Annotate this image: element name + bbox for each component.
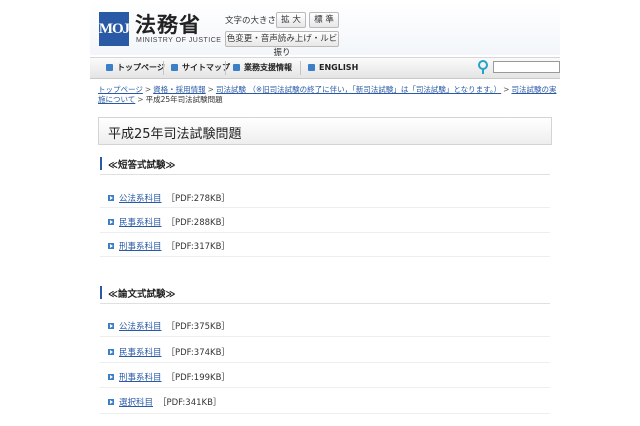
list-item: 選択科目 ［PDF:341KB］: [108, 396, 221, 410]
search-input[interactable]: [493, 61, 560, 73]
divider: [100, 336, 550, 337]
nav-label: サイトマップ: [182, 63, 230, 72]
list-item: 刑事系科目 ［PDF:317KB］: [108, 240, 230, 254]
list-item: 民事系科目 ［PDF:288KB］: [108, 216, 230, 230]
divider: [100, 387, 550, 388]
section-title: ≪論文式試験≫: [108, 289, 176, 300]
nav-item-support[interactable]: 業務支援情報: [233, 58, 292, 78]
divider: [100, 256, 550, 257]
page: MOJ 法務省 MINISTRY OF JUSTICE 文字の大きさ 拡 大 標…: [90, 0, 560, 426]
breadcrumb: トップページ > 資格・採用情報 > 司法試験 （※旧司法試験の終了に伴い，「新司法試験…: [98, 85, 560, 105]
breadcrumb-link-bar-exam[interactable]: 司法試験 （※旧司法試験の終了に伴い，「新司法試験」は「司法試験」となります。）: [216, 85, 501, 94]
home-icon: [106, 64, 113, 71]
moj-logo-mark[interactable]: MOJ: [99, 12, 130, 46]
site-header: MOJ 法務省 MINISTRY OF JUSTICE 文字の大きさ 拡 大 標…: [90, 0, 560, 58]
page-title-box: 平成25年司法試験問題: [98, 117, 552, 145]
divider: [100, 207, 550, 208]
breadcrumb-separator: >: [207, 85, 214, 94]
divider: [100, 232, 550, 233]
pdf-link[interactable]: 刑事系科目: [119, 373, 162, 383]
nav-divider: [300, 61, 301, 75]
arrow-icon: [108, 349, 114, 355]
nav-label: トップページ: [117, 63, 165, 72]
pdf-link[interactable]: 民事系科目: [119, 218, 162, 228]
logo-title[interactable]: 法務省: [135, 9, 201, 39]
file-size: ［PDF:341KB］: [158, 398, 222, 408]
nav-divider: [163, 61, 164, 75]
file-size: ［PDF:374KB］: [166, 348, 230, 358]
file-size: ［PDF:317KB］: [166, 242, 230, 252]
text-size-label: 文字の大きさ: [225, 16, 277, 26]
pdf-link[interactable]: 公法系科目: [119, 194, 162, 204]
file-size: ［PDF:288KB］: [166, 218, 230, 228]
page-title: 平成25年司法試験問題: [108, 127, 242, 142]
arrow-icon: [108, 195, 114, 201]
search-icon[interactable]: [478, 60, 488, 74]
section-title: ≪短答式試験≫: [108, 160, 176, 171]
list-item: 公法系科目 ［PDF:375KB］: [108, 320, 230, 334]
pdf-link[interactable]: 刑事系科目: [119, 242, 162, 252]
arrow-icon: [108, 243, 114, 249]
nav-item-top[interactable]: トップページ: [106, 58, 165, 78]
nav-item-english[interactable]: ENGLISH: [308, 58, 358, 78]
file-size: ［PDF:199KB］: [166, 373, 230, 383]
arrow-icon: [108, 374, 114, 380]
breadcrumb-separator: >: [144, 85, 152, 94]
divider: [100, 174, 550, 175]
nav-label: ENGLISH: [319, 63, 359, 72]
pdf-link[interactable]: 民事系科目: [119, 348, 162, 358]
pdf-link[interactable]: 公法系科目: [119, 322, 162, 332]
breadcrumb-separator: >: [137, 95, 144, 104]
arrow-icon: [108, 323, 114, 329]
nav-label: 業務支援情報: [244, 63, 292, 72]
list-item: 公法系科目 ［PDF:278KB］: [108, 192, 230, 206]
pdf-link[interactable]: 選択科目: [119, 398, 153, 408]
divider: [100, 362, 550, 363]
arrow-icon: [108, 219, 114, 225]
text-size-standard-button[interactable]: 標 準: [309, 12, 339, 28]
list-item: 民事系科目 ［PDF:374KB］: [108, 346, 230, 360]
global-nav: トップページ サイトマップ 業務支援情報 ENGLISH: [90, 57, 560, 79]
file-size: ［PDF:375KB］: [166, 322, 230, 332]
breadcrumb-link-recruit[interactable]: 資格・採用情報: [153, 85, 206, 94]
support-icon: [233, 64, 240, 71]
breadcrumb-link-top[interactable]: トップページ: [98, 85, 143, 94]
globe-icon: [308, 64, 315, 71]
accessibility-button[interactable]: 色変更・音声読み上げ・ルビ振り: [225, 31, 339, 58]
divider: [100, 303, 550, 304]
breadcrumb-separator: >: [503, 85, 510, 94]
list-item: 刑事系科目 ［PDF:199KB］: [108, 371, 230, 385]
arrow-icon: [108, 399, 114, 405]
breadcrumb-current: 平成25年司法試験問題: [145, 95, 223, 104]
sitemap-icon: [171, 64, 178, 71]
nav-divider: [225, 61, 226, 75]
logo-subtitle: MINISTRY OF JUSTICE: [136, 37, 222, 44]
nav-item-sitemap[interactable]: サイトマップ: [171, 58, 230, 78]
text-size-large-button[interactable]: 拡 大: [276, 12, 306, 28]
heading-bar: [100, 286, 102, 299]
file-size: ［PDF:278KB］: [166, 194, 230, 204]
heading-bar: [100, 157, 102, 170]
divider: [100, 413, 550, 414]
